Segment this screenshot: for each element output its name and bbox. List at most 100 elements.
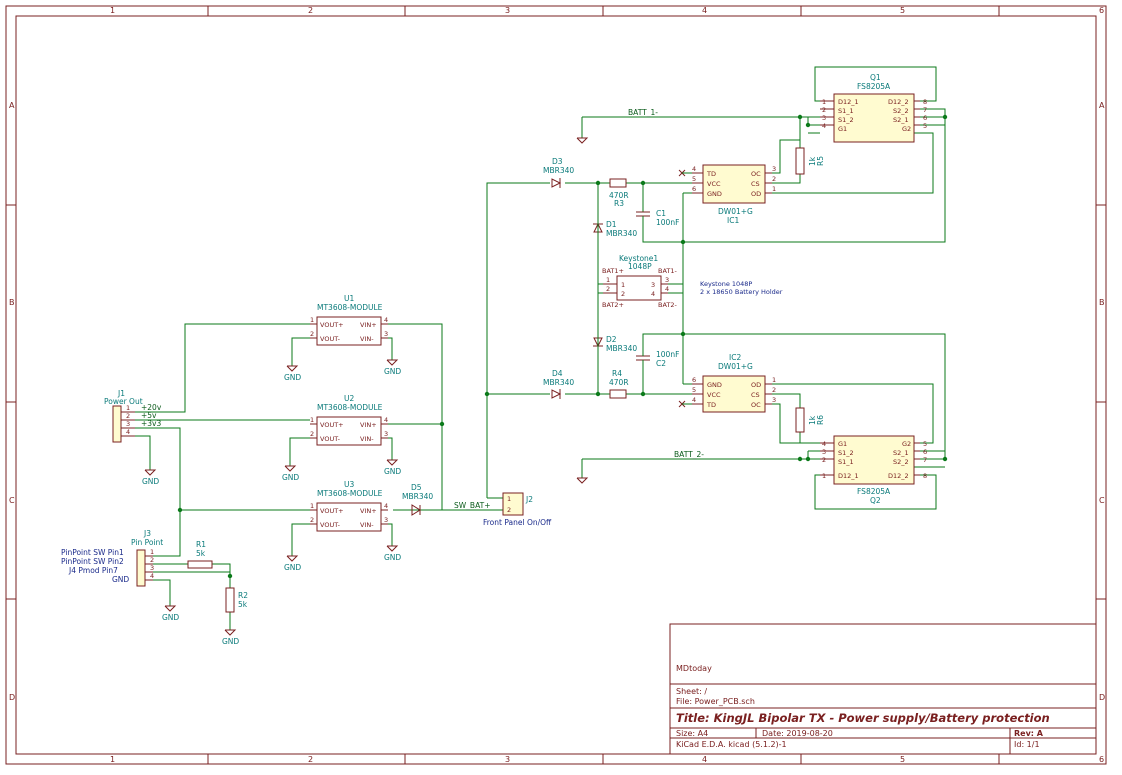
svg-text:CS: CS [751,180,760,188]
no-connect-icon [678,400,692,408]
svg-text:S1_1: S1_1 [838,107,854,115]
svg-text:BAT1-: BAT1- [658,267,678,275]
holder-note: Keystone 1048P [700,280,752,288]
svg-text:4: 4 [384,316,388,324]
q1-value: FS8205A [857,82,891,91]
r4-value: 470R [609,378,629,387]
svg-text:2: 2 [606,285,610,293]
svg-text:3: 3 [772,165,776,173]
row-label-right: C [1099,496,1105,505]
svg-text:OC: OC [751,401,761,409]
tb-company: MDtoday [676,664,712,673]
holder-note: 2 x 18650 Battery Holder [700,288,783,296]
svg-text:VIN-: VIN- [360,521,374,529]
j3-ref: J3 [143,529,151,538]
svg-text:1: 1 [310,502,314,510]
r3-ref: R3 [614,199,624,208]
tb-date: Date: 2019-08-20 [762,729,833,738]
resistor-r3[interactable]: 470R R3 [609,178,629,208]
svg-text:VOUT+: VOUT+ [320,321,344,329]
svg-text:2: 2 [150,556,154,564]
svg-text:1: 1 [822,98,826,106]
resistor-r2[interactable]: R2 5k [225,576,248,613]
svg-text:BAT2+: BAT2+ [602,301,624,309]
col-label-top: 3 [505,6,510,15]
connector-j1[interactable]: 12 34 J1 Power Out [104,389,143,443]
col-label-top: 1 [110,6,115,15]
resistor-r5[interactable]: 1k R5 [795,147,825,175]
ic-ic2[interactable]: 6 5 4 1 2 3 GND VCC TD OD CS OC IC2 DW01+G [692,353,776,413]
svg-text:4: 4 [692,396,696,404]
svg-text:S2_2: S2_2 [893,107,909,115]
svg-text:TD: TD [706,401,716,409]
ic2-ref: IC2 [729,353,741,362]
col-label-top: 2 [308,6,313,15]
d1-value: MBR340 [606,229,637,238]
svg-text:VOUT+: VOUT+ [320,507,344,515]
svg-text:S2_1: S2_1 [893,449,909,457]
resistor-r1[interactable]: R1 5k [187,540,213,569]
ic1-value: DW01+G [718,207,753,216]
j2-value: Front Panel On/Off [483,518,552,527]
svg-text:D12_1: D12_1 [838,472,859,480]
gnd-icon [386,545,399,552]
svg-text:VOUT-: VOUT- [320,435,341,443]
u3-value: MT3608-MODULE [317,489,383,498]
battery-holder-keystone1[interactable]: 12 12 34 34 BAT1+ BAT1- BAT2+ BAT2- Keys… [602,254,678,309]
gnd-label: GND [384,367,401,376]
gnd-icon [144,469,157,476]
svg-text:VCC: VCC [707,391,721,399]
svg-text:OD: OD [751,381,761,389]
d3-value: MBR340 [543,166,574,175]
tb-size: Size: A4 [676,729,708,738]
d2-value: MBR340 [606,344,637,353]
d2-ref: D2 [606,335,617,344]
gnd-icon [284,465,297,472]
svg-text:2: 2 [310,430,314,438]
diode-d1[interactable]: D1 MBR340 [593,220,637,238]
no-connect-icon [678,169,692,177]
svg-text:G2: G2 [902,440,911,448]
svg-text:G2: G2 [902,125,911,133]
ic1-ref: IC1 [727,216,739,225]
svg-text:3: 3 [822,448,826,456]
svg-text:4: 4 [692,165,696,173]
j3-pin-label: J4 Pmod Pin7 [68,566,118,575]
svg-text:2: 2 [822,456,826,464]
r2-value: 5k [238,600,248,609]
svg-text:3: 3 [665,276,669,284]
mosfet-q1[interactable]: 12 34 87 65 D12_1 S1_1 S1_2 G1 D12_2 S2_… [820,73,927,143]
module-u2[interactable]: 1 2 4 3 VOUT+ VOUT- VIN+ VIN- U2 MT3608-MO… [310,394,388,446]
svg-text:3: 3 [384,516,388,524]
resistor-r6[interactable]: 1k R6 [795,407,825,433]
svg-text:2: 2 [310,516,314,524]
diode-d2[interactable]: D2 MBR340 [593,334,637,353]
svg-text:3: 3 [772,396,776,404]
d3-ref: D3 [552,157,563,166]
ic-ic1[interactable]: 4 5 6 3 2 1 TD VCC GND OC CS OD DW01+G IC1 [692,164,776,225]
svg-text:CS: CS [751,391,760,399]
u3-ref: U3 [344,480,354,489]
module-u1[interactable]: 1 2 4 3 VOUT+ VOUT- VIN+ VIN- U1 MT3608-MO… [310,294,388,346]
c2-ref: C2 [656,359,666,368]
d1-ref: D1 [606,220,617,229]
u2-value: MT3608-MODULE [317,403,383,412]
gnd-label: GND [284,373,301,382]
resistor-r4[interactable]: R4 470R [609,369,629,399]
connector-j3[interactable]: 12 34 J3 Pin Point [131,529,163,587]
svg-text:7: 7 [923,456,927,464]
mosfet-q2[interactable]: 43 2 1 56 7 8 G1 S1_2 S1_1 D12_1 G2 S2_1 S… [820,435,927,505]
svg-text:D12_1: D12_1 [838,98,859,106]
gnd-label: GND [162,613,179,622]
module-u3[interactable]: 1 2 4 3 VOUT+ VOUT- VIN+ VIN- U3 MT3608-MO… [310,480,388,532]
svg-text:S2_2: S2_2 [893,458,909,466]
svg-text:BAT1+: BAT1+ [602,267,624,275]
svg-text:4: 4 [822,440,826,448]
svg-text:2: 2 [822,106,826,114]
svg-text:2: 2 [310,330,314,338]
q1-ref: Q1 [870,73,881,82]
col-label-bottom: 2 [308,755,313,764]
row-label-left: A [9,101,15,110]
q2-value: FS8205A [857,487,891,496]
ic2-value: DW01+G [718,362,753,371]
